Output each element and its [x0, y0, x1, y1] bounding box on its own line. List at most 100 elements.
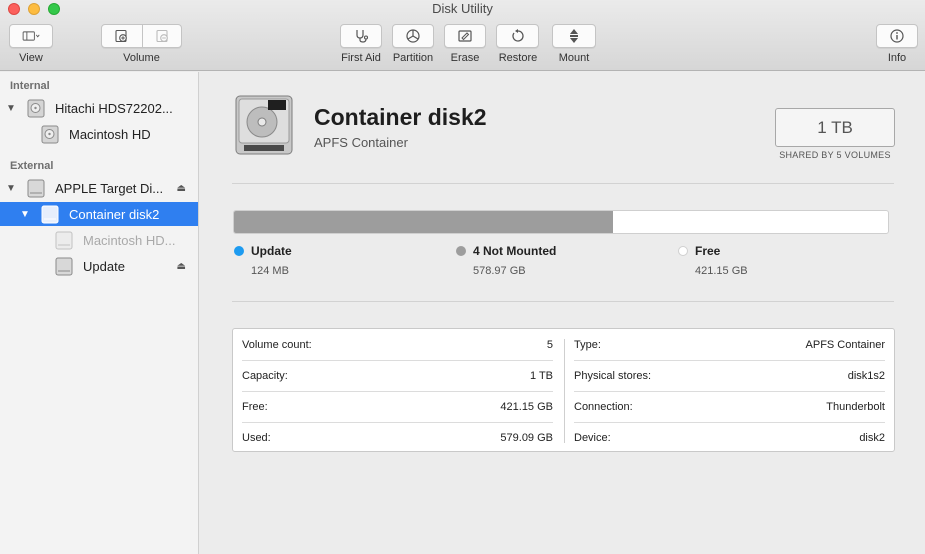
legend-swatch	[456, 246, 466, 256]
remove-volume-button[interactable]	[143, 25, 182, 47]
volume-label: Volume	[123, 52, 160, 64]
eject-icon[interactable]: ⏏	[177, 261, 186, 272]
legend-name: Update	[251, 244, 292, 258]
info-key: Free:	[242, 400, 268, 413]
disclosure-triangle-icon[interactable]: ▼	[20, 209, 30, 220]
hard-drive-icon	[235, 95, 293, 155]
info-row-type: Type: APFS Container	[574, 329, 885, 360]
info-key: Used:	[242, 431, 271, 444]
page-title: Container disk2	[314, 104, 487, 130]
info-key: Type:	[574, 338, 601, 351]
hard-disk-icon	[27, 99, 45, 117]
disclosure-triangle-icon[interactable]: ▼	[6, 183, 16, 194]
info-row-capacity: Capacity: 1 TB	[242, 360, 553, 391]
sidebar-item-container-disk2[interactable]: ▼ Container disk2	[0, 202, 198, 226]
external-heading: External	[10, 160, 54, 172]
sidebar: Internal ▼ Hitachi HDS72202... Macintosh…	[0, 72, 199, 554]
erase-icon	[458, 30, 472, 42]
partition-label: Partition	[392, 52, 434, 64]
mount-button[interactable]	[552, 24, 596, 48]
add-volume-button[interactable]	[102, 25, 142, 47]
sidebar-item-label: APPLE Target Di...	[55, 180, 164, 196]
mount-label: Mount	[558, 52, 590, 64]
info-row-volume-count: Volume count: 5	[242, 329, 553, 360]
sidebar-item-hitachi[interactable]: ▼ Hitachi HDS72202...	[0, 96, 198, 120]
volume-disk-icon	[55, 231, 73, 249]
eject-icon[interactable]: ⏏	[177, 183, 186, 194]
page-subtitle: APFS Container	[314, 135, 408, 150]
info-label: Info	[887, 52, 907, 64]
erase-button[interactable]	[444, 24, 486, 48]
info-row-connection: Connection: Thunderbolt	[574, 391, 885, 422]
info-row-physical-stores: Physical stores: disk1s2	[574, 360, 885, 391]
usage-bar	[233, 210, 889, 234]
volume-segmented-control	[101, 24, 182, 48]
sidebar-item-label: Update	[83, 258, 125, 274]
info-button[interactable]	[876, 24, 918, 48]
info-value: APFS Container	[805, 338, 885, 351]
legend-name: 4 Not Mounted	[473, 244, 557, 258]
remove-volume-icon	[155, 29, 168, 43]
info-value: Thunderbolt	[826, 400, 885, 413]
restore-arrow-icon	[511, 29, 524, 42]
divider	[232, 183, 894, 184]
info-value: 5	[546, 338, 553, 351]
partition-button[interactable]	[392, 24, 434, 48]
shared-volumes-label: SHARED BY 5 VOLUMES	[779, 150, 891, 160]
info-value: disk1s2	[847, 369, 885, 382]
volume-disk-icon	[41, 125, 59, 143]
first-aid-label: First Aid	[341, 52, 381, 64]
sidebar-icon	[22, 31, 40, 41]
column-divider	[564, 339, 565, 443]
info-value: 1 TB	[529, 369, 553, 382]
main-panel: Container disk2 APFS Container 1 TB SHAR…	[200, 72, 925, 554]
info-value: disk2	[859, 431, 885, 444]
add-volume-icon	[115, 29, 127, 43]
info-key: Connection:	[574, 400, 633, 413]
legend-size: 421.15 GB	[695, 265, 748, 277]
sidebar-item-label: Hitachi HDS72202...	[55, 100, 173, 116]
info-key: Volume count:	[242, 338, 312, 351]
sidebar-item-macintosh-hd[interactable]: Macintosh HD	[0, 122, 198, 146]
info-icon	[890, 29, 904, 43]
info-value: 579.09 GB	[500, 431, 553, 444]
view-label: View	[19, 52, 43, 64]
info-key: Device:	[574, 431, 611, 444]
mount-icon	[570, 29, 578, 43]
info-key: Capacity:	[242, 369, 288, 382]
restore-button[interactable]	[496, 24, 539, 48]
toolbar: Disk Utility View Volume First Aid Parti…	[0, 0, 925, 71]
stethoscope-icon	[356, 30, 369, 43]
sidebar-item-label: Macintosh HD...	[83, 232, 176, 248]
disclosure-triangle-icon[interactable]: ▼	[6, 103, 16, 114]
restore-label: Restore	[498, 52, 538, 64]
sidebar-item-update[interactable]: Update ⏏	[0, 254, 198, 278]
legend-swatch	[678, 246, 688, 256]
divider	[232, 301, 894, 302]
legend-size: 124 MB	[251, 265, 289, 277]
legend-swatch	[234, 246, 244, 256]
info-row-free: Free: 421.15 GB	[242, 391, 553, 422]
sidebar-item-apple-target[interactable]: ▼ APPLE Target Di... ⏏	[0, 176, 198, 200]
info-table: Volume count: 5 Capacity: 1 TB Free: 421…	[232, 328, 895, 452]
usage-bar-used	[234, 211, 614, 233]
internal-heading: Internal	[10, 80, 50, 92]
info-key: Physical stores:	[574, 369, 652, 382]
volume-disk-icon	[55, 257, 73, 275]
legend-name: Free	[695, 244, 721, 258]
capacity-badge: 1 TB	[775, 108, 895, 147]
erase-label: Erase	[450, 52, 480, 64]
sidebar-item-label: Macintosh HD	[69, 126, 151, 142]
sidebar-item-macintosh-hd-dimmed[interactable]: Macintosh HD...	[0, 228, 198, 252]
external-disk-icon	[27, 179, 45, 197]
pie-partition-icon	[406, 29, 420, 43]
first-aid-button[interactable]	[340, 24, 382, 48]
legend-size: 578.97 GB	[473, 265, 526, 277]
info-value: 421.15 GB	[500, 400, 553, 413]
sidebar-item-label: Container disk2	[69, 206, 160, 222]
view-button[interactable]	[9, 24, 53, 48]
window-title: Disk Utility	[432, 1, 493, 16]
container-disk-icon	[41, 205, 59, 223]
info-row-device: Device: disk2	[574, 422, 885, 453]
info-row-used: Used: 579.09 GB	[242, 422, 553, 453]
